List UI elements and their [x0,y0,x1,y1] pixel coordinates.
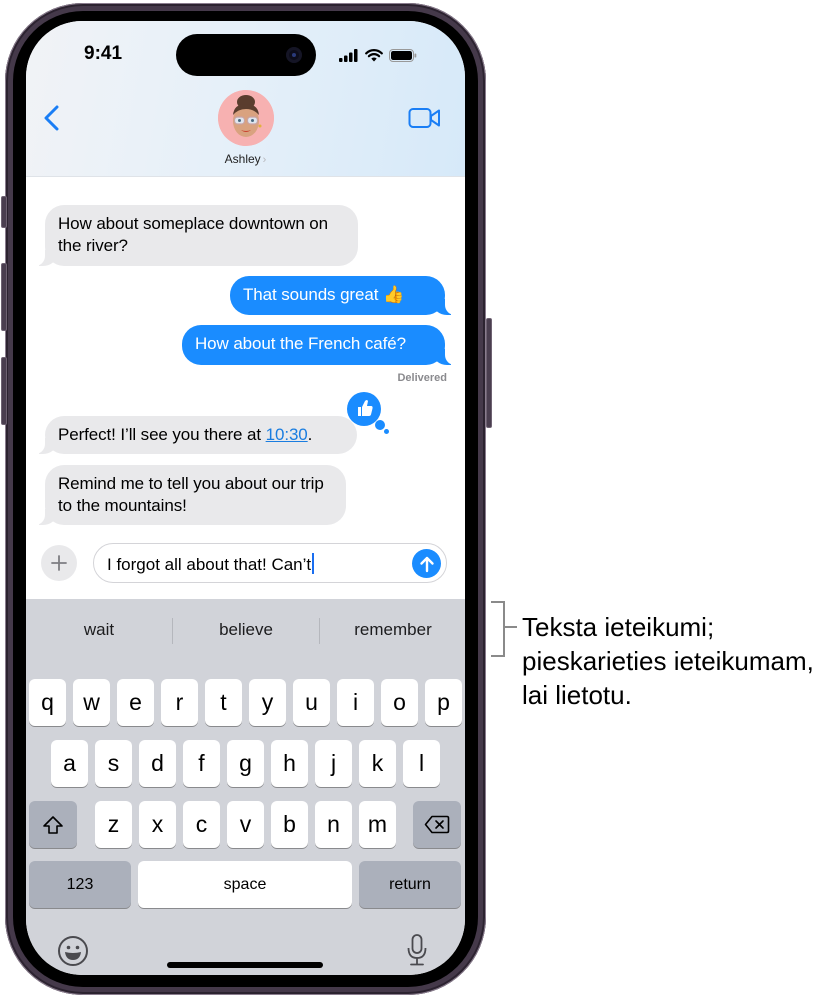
dictation-button[interactable] [406,933,428,972]
key-z[interactable]: z [95,801,132,848]
message-text: Perfect! I’ll see you there at [58,425,266,444]
key-n[interactable]: n [315,801,352,848]
key-f[interactable]: f [183,740,220,787]
key-b[interactable]: b [271,801,308,848]
action-button [1,196,7,228]
message-text: How about the French café? [195,334,406,353]
side-power-button [486,318,492,428]
key-l[interactable]: l [403,740,440,787]
delete-backspace-icon [424,815,450,834]
contact-avatar[interactable] [218,90,274,146]
key-a[interactable]: a [51,740,88,787]
time-link[interactable]: 10:30 [266,425,308,444]
shift-icon [43,815,63,834]
key-v[interactable]: v [227,801,264,848]
callout-leader-line [505,626,517,628]
volume-up-button [1,263,7,331]
battery-icon [389,48,417,62]
message-bubble-outgoing[interactable]: That sounds great 👍 [230,276,457,315]
message-text: How about someplace downtown on the rive… [58,214,329,255]
tapback-reaction[interactable] [347,392,381,426]
key-q[interactable]: q [29,679,66,726]
chevron-left-icon [44,105,59,131]
dynamic-island [176,34,316,76]
message-bubble-incoming[interactable]: Perfect! I’ll see you there at 10:30. [33,416,357,454]
thumbs-up-icon [358,400,373,416]
message-text: Remind me to tell you about our trip to … [58,474,324,515]
key-u[interactable]: u [293,679,330,726]
quicktype-suggestions: wait believe remember [26,615,465,645]
key-x[interactable]: x [139,801,176,848]
key-e[interactable]: e [117,679,154,726]
home-indicator[interactable] [167,962,323,968]
shift-key[interactable] [29,801,77,848]
keyboard: wait believe remember qwertyuiop asdfghj… [26,599,465,975]
space-key[interactable]: space [138,861,352,908]
key-m[interactable]: m [359,801,396,848]
key-w[interactable]: w [73,679,110,726]
conversation-header: 9:41 Ashley › [26,21,465,177]
key-k[interactable]: k [359,740,396,787]
chevron-right-icon: › [262,154,267,166]
front-camera [286,47,302,63]
status-time: 9:41 [84,43,123,64]
return-key[interactable]: return [359,861,461,908]
callout-text: Teksta ieteikumi; pieskarieties ieteikum… [522,612,814,710]
numbers-key[interactable]: 123 [29,861,131,908]
key-i[interactable]: i [337,679,374,726]
video-camera-icon [408,108,440,128]
delivered-status: Delivered [397,372,447,384]
volume-down-button [1,357,7,425]
key-g[interactable]: g [227,740,264,787]
message-bubble-incoming[interactable]: How about someplace downtown on the rive… [33,205,358,266]
key-p[interactable]: p [425,679,462,726]
key-y[interactable]: y [249,679,286,726]
wifi-icon [365,48,383,61]
key-o[interactable]: o [381,679,418,726]
suggestion-believe[interactable]: believe [173,615,319,645]
message-text: That sounds great 👍 [243,285,405,304]
emoji-icon [58,936,88,966]
contact-name-label: Ashley [224,152,261,166]
key-h[interactable]: h [271,740,308,787]
suggestion-wait[interactable]: wait [26,615,172,645]
message-text: . [307,425,313,444]
callout-bracket [491,601,505,657]
back-button[interactable] [40,101,64,135]
key-r[interactable]: r [161,679,198,726]
delete-key[interactable] [413,801,461,848]
phone-screen: 9:41 Ashley › How about someplace downto… [26,21,465,975]
key-s[interactable]: s [95,740,132,787]
suggestion-remember[interactable]: remember [320,615,465,645]
key-d[interactable]: d [139,740,176,787]
memoji-avatar-icon [218,90,274,146]
facetime-video-button[interactable] [408,106,442,130]
message-bubble-outgoing[interactable]: How about the French café? [182,325,457,365]
status-icons [339,47,417,63]
cellular-signal-icon [339,48,358,62]
key-j[interactable]: j [315,740,352,787]
key-t[interactable]: t [205,679,242,726]
contact-name[interactable]: Ashley › [26,152,465,166]
message-bubble-incoming[interactable]: Remind me to tell you about our trip to … [33,465,346,525]
emoji-button[interactable] [57,935,89,972]
key-c[interactable]: c [183,801,220,848]
microphone-icon [407,934,427,966]
tapback-tail-dot [384,429,389,434]
